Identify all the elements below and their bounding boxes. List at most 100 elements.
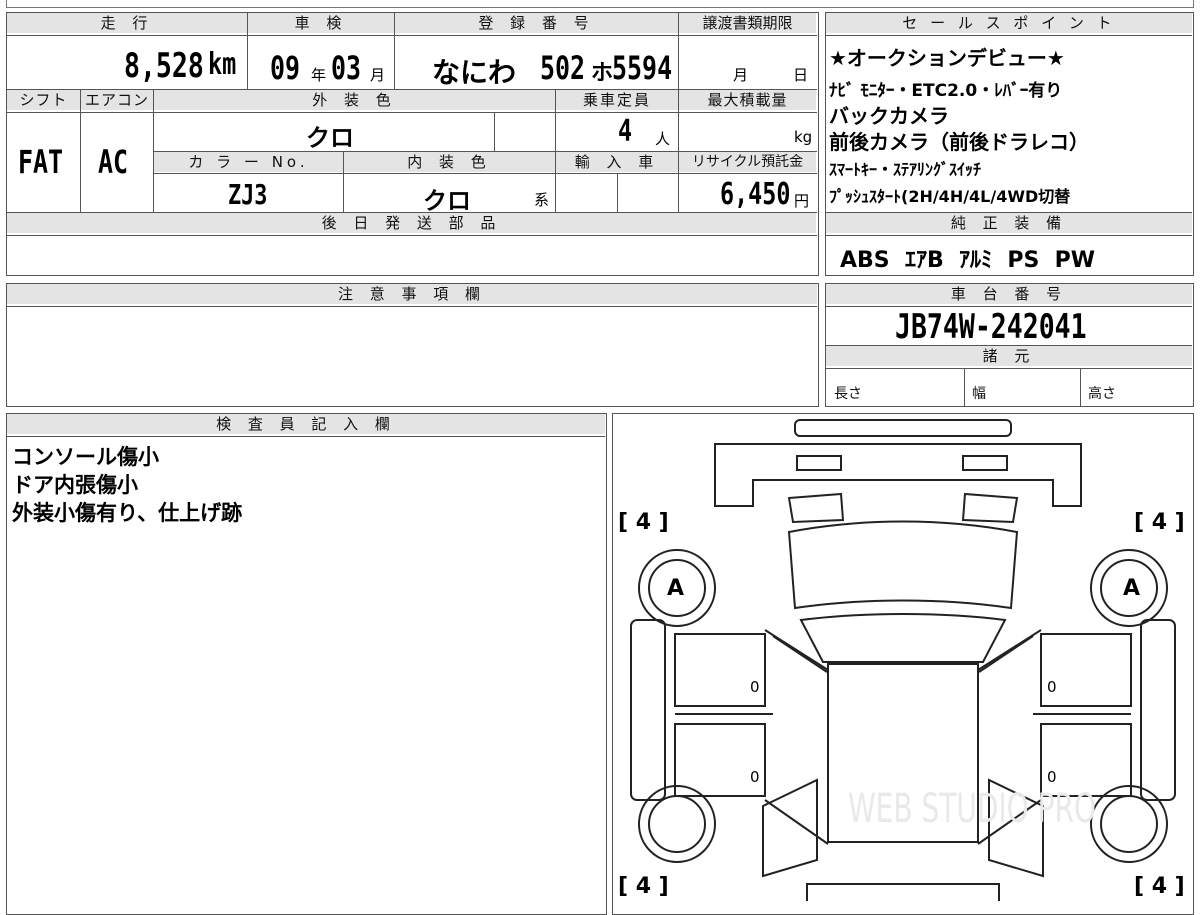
sales-point-2: ﾅﾋﾞ ﾓﾆﾀｰ・ETC2.0・ﾚﾊﾞｰ有り (829, 81, 1063, 101)
aircon-value: AC (98, 143, 129, 181)
tire-depth-front-left: [ 4 ] (618, 510, 669, 535)
row-divider (7, 306, 817, 307)
mark-front-left: A (667, 576, 685, 601)
row-divider (826, 368, 1192, 369)
recycle-fee-value: 6,450 (720, 177, 791, 212)
interior-color-header: 内 装 色 (344, 152, 555, 172)
chassis-header: 車 台 番 号 (826, 284, 1192, 304)
rear-bumper (806, 883, 1000, 901)
rear-quarter-left (762, 778, 818, 878)
col-divider (1080, 368, 1081, 406)
transfer-day-unit: 日 (793, 66, 809, 84)
sales-point-3: バックカメラ (829, 104, 949, 128)
col-divider (80, 89, 81, 212)
col-divider (394, 12, 395, 89)
col-divider (964, 368, 965, 406)
tire-depth-rear-right: [ 4 ] (1134, 874, 1185, 899)
mileage-header: 走 行 (7, 13, 247, 33)
row-divider (7, 35, 817, 36)
max-load-header: 最大積載量 (679, 90, 816, 110)
headlight-left (787, 492, 845, 524)
color-no-value: ZJ3 (228, 178, 268, 211)
sales-point-5: ｽﾏｰﾄｷｰ・ｽﾃｱﾘﾝｸﾞｽｲｯﾁ (829, 160, 982, 179)
left-body-outline (764, 629, 829, 845)
specs-header: 諸 元 (826, 346, 1192, 366)
wheel-rear-right (1090, 785, 1168, 863)
height-label: 高さ (1088, 386, 1116, 402)
grille-left (796, 455, 842, 471)
mileage-unit: km (208, 47, 237, 82)
col-divider (678, 12, 679, 89)
wheel-rear-left-inner (648, 795, 706, 853)
equipment-header: 純 正 装 備 (826, 213, 1192, 233)
import-header: 輸 入 車 (556, 152, 678, 172)
length-label: 長さ (834, 386, 862, 402)
interior-color-suffix: 系 (534, 191, 550, 209)
door-front-right-mark: 0 (1047, 678, 1057, 696)
windshield (799, 613, 1007, 663)
col-divider (494, 112, 495, 151)
recycle-header: リサイクル預託金 (679, 152, 816, 172)
sales-point-1: ★オークションデビュー★ (829, 46, 1065, 70)
capacity-value: 4 (618, 114, 633, 149)
color-no-header: カ ラ ー No. (154, 152, 343, 172)
inspection-month-unit: 月 (370, 66, 386, 84)
tire-depth-rear-left: [ 4 ] (618, 874, 669, 899)
col-divider (343, 151, 344, 212)
chassis-number: JB74W-242041 (895, 307, 1087, 347)
inspector-line-1: コンソール傷小 (12, 445, 159, 469)
recycle-fee-unit: 円 (794, 192, 810, 210)
inspector-line-3: 外装小傷有り、仕上げ跡 (12, 501, 243, 525)
left-fender (630, 619, 666, 801)
sales-points-header: セ ー ル ス ポ イ ン ト (826, 13, 1192, 33)
registration-class: 502 (540, 49, 586, 87)
right-fender (1140, 619, 1176, 801)
capacity-unit: 人 (655, 130, 671, 148)
exterior-color-value: クロ (306, 124, 354, 152)
equipment-items: ABS ｴｱB ｱﾙﾐ PS PW (840, 248, 1096, 273)
front-bumper-top (794, 419, 1012, 437)
inspector-line-2: ドア内張傷小 (12, 473, 138, 497)
exterior-color-header: 外 装 色 (154, 90, 555, 110)
inspection-month: 03 (331, 49, 362, 87)
shift-header: シフト (7, 90, 80, 110)
wheel-rear-left (638, 785, 716, 863)
inspection-year: 09 (270, 49, 301, 87)
row-divider (7, 436, 605, 437)
wheel-rear-right-inner (1100, 795, 1158, 853)
door-rear-right-mark: 0 (1047, 768, 1057, 786)
inspector-header: 検 査 員 記 入 欄 (7, 414, 605, 434)
mark-front-right: A (1123, 576, 1141, 601)
transfer-month-unit: 月 (733, 66, 749, 84)
row-divider (7, 112, 817, 113)
later-parts-header: 後 日 発 送 部 品 (7, 213, 816, 233)
registration-kana: ホ (591, 61, 614, 86)
transfer-deadline-header: 譲渡書類期限 (679, 13, 816, 33)
row-divider (826, 235, 1192, 236)
width-label: 幅 (972, 386, 986, 402)
inspection-year-unit: 年 (311, 66, 327, 84)
top-cropped-strip (6, 0, 1194, 8)
row-divider (826, 35, 1192, 36)
col-divider (617, 173, 618, 212)
row-divider (7, 235, 817, 236)
notes-header: 注 意 事 項 欄 (7, 284, 817, 304)
max-load-unit: kg (794, 128, 813, 146)
grille-right (962, 455, 1008, 471)
row-divider (153, 173, 817, 174)
watermark: WEB STUDIO PRO (848, 786, 1096, 832)
shift-value: FAT (18, 143, 64, 181)
registration-header: 登 録 番 号 (395, 13, 678, 33)
aircon-header: エアコン (81, 90, 153, 110)
inspection-header: 車 検 (248, 13, 394, 33)
registration-area: なにわ (432, 56, 517, 89)
interior-color-value: クロ (423, 187, 471, 215)
tire-depth-front-right: [ 4 ] (1134, 510, 1185, 535)
front-bumper (714, 443, 1082, 507)
registration-number: 5594 (612, 49, 673, 87)
sales-point-4: 前後カメラ（前後ドラレコ） (829, 130, 1089, 154)
door-rear-left-mark: 0 (750, 768, 760, 786)
sales-point-6: ﾌﾟｯｼｭｽﾀｰﾄ(2H/4H/4L/4WD切替 (829, 187, 1071, 206)
hood (787, 520, 1019, 610)
col-divider (247, 12, 248, 89)
